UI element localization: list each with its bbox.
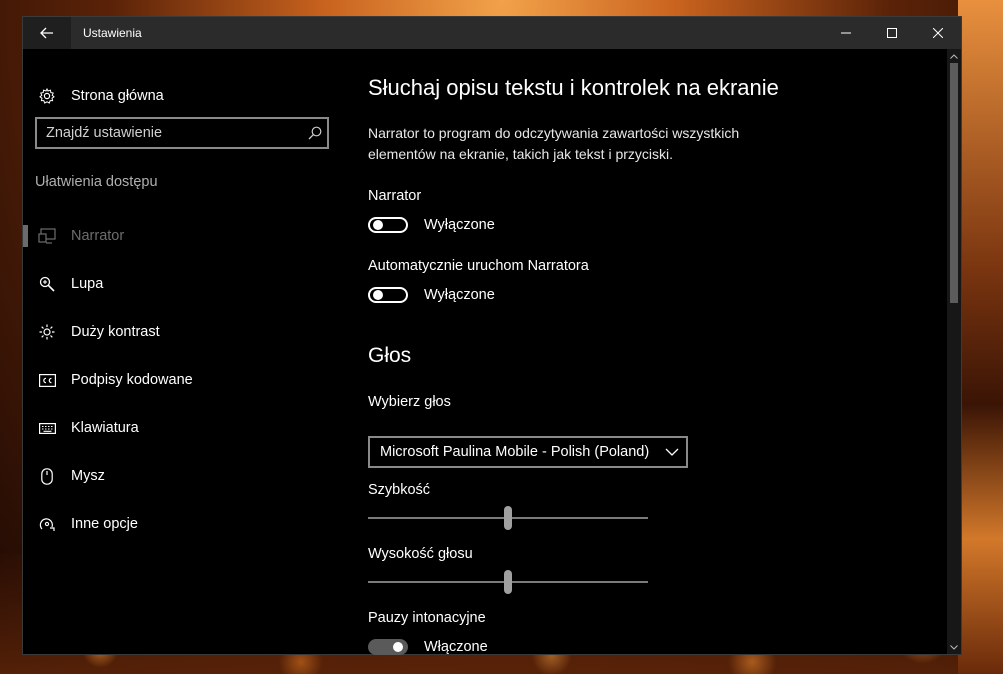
back-arrow-icon: [40, 27, 53, 39]
sidebar-item-label: Lupa: [71, 276, 104, 292]
chevron-up-icon: [950, 53, 958, 59]
gear-icon: [38, 87, 56, 105]
brightness-icon: [38, 323, 56, 341]
page-title: Słuchaj opisu tekstu i kontrolek na ekra…: [368, 75, 779, 100]
closed-captions-icon: [38, 371, 56, 389]
search-icon[interactable]: [303, 126, 327, 140]
toggle-knob: [373, 290, 383, 300]
auto-start-toggle-state: Wyłączone: [424, 287, 495, 303]
toggle-knob: [373, 220, 383, 230]
keyboard-icon: [38, 419, 56, 437]
narrator-toggle-row: Wyłączone: [368, 217, 495, 233]
sidebar-item-label: Duży kontrast: [71, 324, 160, 340]
search-box[interactable]: [35, 117, 329, 149]
chevron-down-icon: [658, 448, 686, 456]
chevron-down-icon: [950, 644, 958, 650]
window-title: Ustawienia: [83, 26, 142, 40]
slider-thumb[interactable]: [504, 506, 512, 530]
sidebar-item-high-contrast[interactable]: Duży kontrast: [23, 308, 345, 356]
pitch-slider[interactable]: [368, 570, 648, 594]
close-button[interactable]: [915, 17, 961, 49]
desktop-wallpaper-edge: [958, 0, 1003, 674]
main-content: Słuchaj opisu tekstu i kontrolek na ekra…: [368, 49, 947, 655]
slider-thumb[interactable]: [504, 570, 512, 594]
voice-select-value: Microsoft Paulina Mobile - Polish (Polan…: [380, 444, 650, 460]
minimize-button[interactable]: [823, 17, 869, 49]
scroll-up-arrow[interactable]: [947, 49, 961, 63]
toggle-knob: [393, 642, 403, 652]
sidebar-item-closed-captions[interactable]: Podpisy kodowane: [23, 356, 345, 404]
auto-start-toggle[interactable]: [368, 287, 408, 303]
sidebar-home-label: Strona główna: [71, 88, 164, 104]
sidebar-item-label: Klawiatura: [71, 420, 139, 436]
sidebar-item-keyboard[interactable]: Klawiatura: [23, 404, 345, 452]
other-options-icon: [38, 515, 56, 533]
search-input[interactable]: [37, 124, 303, 142]
pauses-toggle-row: Włączone: [368, 639, 488, 655]
sidebar-item-label: Narrator: [71, 228, 125, 244]
back-button[interactable]: [23, 17, 71, 49]
sidebar-nav: Narrator Lupa Duży kontrast Podpisy kodo…: [23, 212, 345, 548]
voice-section-title: Głos: [368, 344, 412, 367]
pauses-toggle-state: Włączone: [424, 639, 488, 655]
sidebar-item-magnifier[interactable]: Lupa: [23, 260, 345, 308]
magnifier-icon: [38, 275, 56, 293]
sidebar-item-label: Inne opcje: [71, 516, 138, 532]
close-icon: [933, 28, 943, 38]
narrator-toggle-state: Wyłączone: [424, 217, 495, 233]
speed-slider[interactable]: [368, 506, 648, 530]
vertical-scrollbar[interactable]: [947, 49, 961, 654]
scroll-down-arrow[interactable]: [947, 640, 961, 654]
minimize-icon: [841, 32, 851, 34]
auto-start-toggle-row: Wyłączone: [368, 287, 495, 303]
sidebar: Strona główna Ułatwienia dostępu Narrato…: [23, 49, 345, 654]
sidebar-item-label: Podpisy kodowane: [71, 372, 193, 388]
page-description: Narrator to program do odczytywania zawa…: [368, 125, 740, 162]
maximize-icon: [887, 28, 897, 38]
voice-select[interactable]: Microsoft Paulina Mobile - Polish (Polan…: [368, 436, 688, 468]
sidebar-item-mouse[interactable]: Mysz: [23, 452, 345, 500]
pitch-label: Wysokość głosu: [368, 546, 473, 562]
narrator-icon: [38, 227, 56, 245]
sidebar-item-other-options[interactable]: Inne opcje: [23, 500, 345, 548]
mouse-icon: [38, 467, 56, 485]
narrator-label: Narrator: [368, 188, 422, 204]
sidebar-section-label: Ułatwienia dostępu: [35, 174, 158, 190]
speed-label: Szybkość: [368, 482, 431, 498]
sidebar-item-label: Mysz: [71, 468, 105, 484]
sidebar-home[interactable]: Strona główna: [38, 87, 164, 105]
sidebar-item-narrator[interactable]: Narrator: [23, 212, 345, 260]
title-bar: Ustawienia: [23, 17, 961, 49]
scroll-thumb[interactable]: [950, 63, 958, 303]
narrator-toggle[interactable]: [368, 217, 408, 233]
pauses-toggle[interactable]: [368, 639, 408, 655]
maximize-button[interactable]: [869, 17, 915, 49]
pauses-label: Pauzy intonacyjne: [368, 610, 486, 626]
settings-window: Ustawienia Strona główna Ułatwienia dost…: [22, 16, 962, 655]
auto-start-label: Automatycznie uruchom Narratora: [368, 258, 589, 274]
voice-select-label: Wybierz głos: [368, 394, 451, 410]
